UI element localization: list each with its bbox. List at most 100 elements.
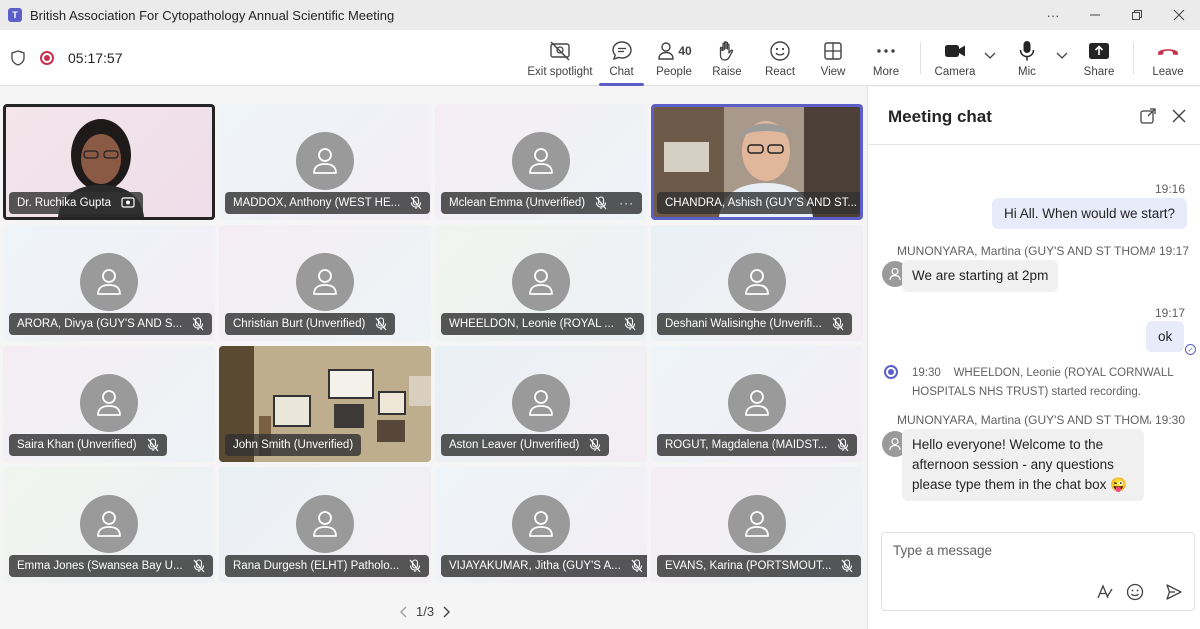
participant-tile[interactable]: Saira Khan (Unverified) <box>3 346 215 462</box>
participant-name-tag: John Smith (Unverified) <box>225 434 362 456</box>
more-button[interactable]: More <box>867 30 905 86</box>
participant-name: Christian Burt (Unverified) <box>233 318 366 330</box>
leave-button[interactable]: Leave <box>1150 30 1186 86</box>
next-page-icon[interactable] <box>442 606 451 618</box>
close-icon[interactable] <box>1170 107 1188 125</box>
participant-name-tag: EVANS, Karina (PORTSMOUT... <box>657 555 862 577</box>
participant-tile[interactable]: Mclean Emma (Unverified) ··· <box>435 104 647 220</box>
participant-tile[interactable]: Aston Leaver (Unverified) <box>435 346 647 462</box>
participant-tile[interactable]: MADDOX, Anthony (WEST HE... <box>219 104 431 220</box>
participant-tile[interactable]: EVANS, Karina (PORTSMOUT... <box>651 467 863 583</box>
my-message-bubble[interactable]: ok <box>1146 321 1185 352</box>
participant-name-tag: Mclean Emma (Unverified) ··· <box>441 192 643 214</box>
participant-tile[interactable]: WHEELDON, Leonie (ROYAL ... <box>435 225 647 341</box>
chat-button[interactable]: Chat <box>599 30 644 86</box>
other-message-bubble[interactable]: We are starting at 2pm <box>902 260 1059 292</box>
recording-icon <box>40 51 54 65</box>
share-screen-icon <box>1088 39 1110 63</box>
system-message: 19:30 WHEELDON, Leonie (ROYAL CORNWALL H… <box>912 364 1182 402</box>
teams-logo-icon: T <box>8 8 22 22</box>
participant-tile[interactable]: Emma Jones (Swansea Bay U... <box>3 467 215 583</box>
exit-spotlight-button[interactable]: Exit spotlight <box>527 30 593 86</box>
participant-name: VIJAYAKUMAR, Jitha (GUY'S A... <box>449 560 621 572</box>
mic-options-chevron-icon[interactable] <box>1056 52 1068 63</box>
message-sender: MUNONYARA, Martina (GUY'S AND ST THOMAS'… <box>897 413 1175 427</box>
participant-name: Emma Jones (Swansea Bay U... <box>17 560 183 572</box>
mic-muted-icon <box>375 317 387 331</box>
camera-button[interactable]: Camera <box>934 30 976 86</box>
participant-tile[interactable]: Deshani Walisinghe (Unverifi... <box>651 225 863 341</box>
person-icon <box>97 269 121 295</box>
raise-label: Raise <box>712 65 742 78</box>
message-sender: MUNONYARA, Martina (GUY'S AND ST THOMAS'… <box>897 244 1175 258</box>
participant-tile[interactable]: Rana Durgesh (ELHT) Patholo... <box>219 467 431 583</box>
message-timestamp: 19:17 <box>1155 306 1186 320</box>
participant-name-tag: Rana Durgesh (ELHT) Patholo... <box>225 555 430 577</box>
close-button[interactable] <box>1158 0 1200 30</box>
previous-page-icon[interactable] <box>400 606 408 618</box>
participant-name-tag: WHEELDON, Leonie (ROYAL ... <box>441 313 644 335</box>
camera-options-chevron-icon[interactable] <box>984 52 996 63</box>
message-timestamp: 19:16 <box>1155 182 1186 196</box>
message-input[interactable] <box>893 543 1173 558</box>
participant-tile[interactable]: ROGUT, Magdalena (MAIDST... <box>651 346 863 462</box>
person-icon <box>529 269 553 295</box>
participant-tile[interactable]: Dr. Ruchika Gupta <box>3 104 215 220</box>
people-icon: 40 <box>656 39 692 63</box>
other-message-bubble[interactable]: Hello everyone! Welcome to the afternoon… <box>902 429 1144 501</box>
more-label: More <box>872 65 900 78</box>
share-button[interactable]: Share <box>1080 30 1118 86</box>
content-share-icon <box>121 197 135 209</box>
view-button[interactable]: View <box>815 30 851 86</box>
mic-muted-icon <box>595 196 607 210</box>
mic-button[interactable]: Mic <box>1012 30 1042 86</box>
window-controls: ··· <box>1032 0 1200 30</box>
more-options-icon[interactable]: ··· <box>619 196 634 210</box>
participant-name: Aston Leaver (Unverified) <box>449 439 580 451</box>
person-icon <box>97 390 121 416</box>
participant-tile[interactable]: CHANDRA, Ashish (GUY'S AND ST... <box>651 104 863 220</box>
react-button[interactable]: React <box>762 30 798 86</box>
recording-started-icon <box>884 365 898 379</box>
system-message-time: 19:30 <box>912 367 941 379</box>
minimize-button[interactable] <box>1074 0 1116 30</box>
format-icon[interactable] <box>1096 583 1114 601</box>
meeting-chat-panel: Meeting chat 19:16 Hi All. When would we… <box>867 87 1200 629</box>
participant-tile[interactable]: ARORA, Divya (GUY'S AND S... <box>3 225 215 341</box>
person-icon <box>745 269 769 295</box>
person-icon <box>313 148 337 174</box>
participant-name-tag: MADDOX, Anthony (WEST HE... <box>225 192 431 214</box>
participant-name: Mclean Emma (Unverified) <box>449 197 586 209</box>
mic-muted-icon <box>841 559 853 573</box>
participant-tile[interactable]: Christian Burt (Unverified) <box>219 225 431 341</box>
more-options-icon[interactable]: ··· <box>1032 0 1074 30</box>
pop-out-icon[interactable] <box>1139 107 1157 125</box>
participant-tile[interactable]: VIJAYAKUMAR, Jitha (GUY'S A... <box>435 467 647 583</box>
participant-name: Dr. Ruchika Gupta <box>17 197 111 209</box>
people-label: People <box>656 65 692 78</box>
send-icon[interactable] <box>1165 583 1183 601</box>
restore-button[interactable] <box>1116 0 1158 30</box>
participant-name-tag: Dr. Ruchika Gupta <box>9 192 143 214</box>
mic-muted-icon <box>409 559 421 573</box>
avatar <box>296 253 354 311</box>
avatar <box>80 374 138 432</box>
camera-label: Camera <box>934 65 976 78</box>
my-message-bubble[interactable]: Hi All. When would we start? <box>992 198 1188 229</box>
compose-box <box>881 532 1195 611</box>
participant-name: ARORA, Divya (GUY'S AND S... <box>17 318 183 330</box>
toolbar-divider <box>1133 42 1134 74</box>
participant-name-tag: Aston Leaver (Unverified) <box>441 434 610 456</box>
avatar <box>512 132 570 190</box>
people-button[interactable]: 40 People <box>652 30 696 86</box>
person-icon <box>313 511 337 537</box>
raise-hand-button[interactable]: Raise <box>708 30 746 86</box>
emoji-icon[interactable] <box>1126 583 1144 601</box>
participant-tile[interactable]: John Smith (Unverified) <box>219 346 431 462</box>
page-indicator: 1/3 <box>416 604 435 619</box>
mic-muted-icon <box>832 317 844 331</box>
participant-name: WHEELDON, Leonie (ROYAL ... <box>449 318 614 330</box>
mic-muted-icon <box>192 317 204 331</box>
participant-name: Deshani Walisinghe (Unverifi... <box>665 318 822 330</box>
mic-label: Mic <box>1018 65 1036 78</box>
